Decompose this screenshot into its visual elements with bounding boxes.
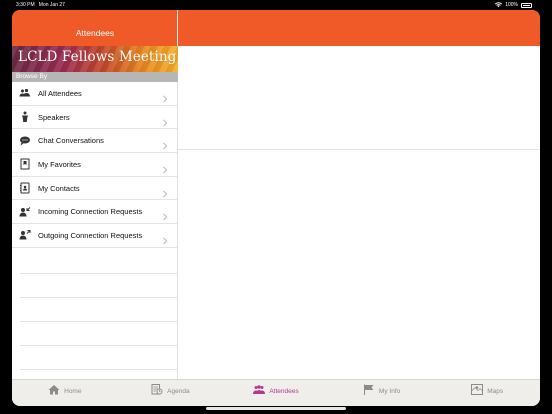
tab-maps[interactable]: Maps — [434, 380, 540, 406]
header-left-pane: Attendees — [12, 10, 178, 46]
status-time: 3:30 PM Mon Jan 27 — [16, 0, 65, 10]
top-header: Attendees — [12, 10, 540, 46]
tab-bar: Home Agenda Attendees My Info Maps — [12, 379, 540, 406]
event-banner: LCLD Fellows Meeting — [12, 46, 178, 72]
attendees-icon — [253, 382, 266, 400]
chevron-right-icon — [161, 137, 169, 150]
menu-item-label: All Attendees — [38, 88, 82, 98]
menu-item-my-contacts[interactable]: My Contacts — [12, 177, 178, 201]
status-right: 100% — [495, 0, 532, 10]
empty-row-divider — [20, 250, 178, 274]
empty-list-rows — [20, 250, 178, 370]
tab-home[interactable]: Home — [12, 380, 118, 406]
tab-label: My Info — [378, 387, 401, 395]
incoming-request-icon — [12, 206, 38, 218]
battery-icon — [521, 2, 532, 8]
menu-item-label: Chat Conversations — [38, 136, 104, 146]
speaker-podium-icon — [12, 111, 38, 123]
map-icon — [471, 382, 484, 400]
status-time-text: 3:30 PM — [16, 2, 35, 8]
section-header-browse-by: Browse By — [12, 72, 178, 82]
wifi-icon — [495, 2, 503, 8]
status-date: Mon Jan 27 — [38, 2, 65, 8]
menu-item-outgoing-connection-requests[interactable]: Outgoing Connection Requests — [12, 224, 178, 248]
menu-item-all-attendees[interactable]: All Attendees — [12, 82, 178, 106]
battery-percent: 100% — [505, 2, 518, 8]
outgoing-request-icon — [12, 229, 38, 241]
bookmark-favorite-icon — [12, 158, 38, 170]
banner-title: LCLD Fellows Meeting — [18, 49, 177, 65]
page-title: Attendees — [75, 28, 115, 38]
chevron-right-icon — [161, 185, 169, 198]
tab-label: Home — [64, 387, 82, 395]
address-book-icon — [12, 182, 38, 194]
chevron-right-icon — [161, 232, 169, 245]
chevron-right-icon — [161, 90, 169, 103]
chat-bubble-icon — [12, 135, 38, 147]
chevron-right-icon — [161, 161, 169, 174]
menu-item-my-favorites[interactable]: My Favorites — [12, 153, 178, 177]
empty-row-divider — [20, 322, 178, 346]
tab-attendees[interactable]: Attendees — [223, 380, 329, 406]
home-icon — [48, 382, 60, 400]
detail-divider — [178, 149, 540, 150]
menu-item-label: Speakers — [38, 112, 70, 122]
tab-label: Agenda — [167, 387, 190, 395]
menu-item-incoming-connection-requests[interactable]: Incoming Connection Requests — [12, 200, 178, 225]
agenda-icon — [151, 382, 163, 400]
tab-label: Attendees — [269, 387, 299, 395]
chevron-right-icon — [161, 114, 169, 127]
home-indicator[interactable] — [206, 406, 346, 410]
menu-item-chat-conversations[interactable]: Chat Conversations — [12, 129, 178, 154]
empty-row-divider — [20, 346, 178, 370]
chevron-right-icon — [161, 208, 169, 221]
people-group-icon — [12, 87, 38, 99]
tab-label: Maps — [487, 387, 504, 395]
tab-agenda[interactable]: Agenda — [118, 380, 224, 406]
sidebar: LCLD Fellows Meeting Browse By All Atten… — [12, 46, 178, 379]
flag-icon — [363, 382, 375, 400]
device-frame: Attendees LCLD Fellows Meeting Browse By… — [0, 0, 552, 414]
empty-row-divider — [20, 298, 178, 322]
tab-my-info[interactable]: My Info — [329, 380, 435, 406]
menu-item-label: My Contacts — [38, 183, 80, 193]
detail-pane — [178, 46, 540, 379]
menu-item-label: Outgoing Connection Requests — [38, 230, 143, 240]
menu-item-label: Incoming Connection Requests — [38, 207, 143, 217]
app-screen: Attendees LCLD Fellows Meeting Browse By… — [12, 10, 540, 406]
empty-row-divider — [20, 274, 178, 298]
browse-menu: All Attendees Speakers Chat Conversation… — [12, 82, 178, 248]
menu-item-label: My Favorites — [38, 159, 81, 169]
status-bar: 3:30 PM Mon Jan 27 100% — [0, 0, 552, 10]
menu-item-speakers[interactable]: Speakers — [12, 106, 178, 130]
